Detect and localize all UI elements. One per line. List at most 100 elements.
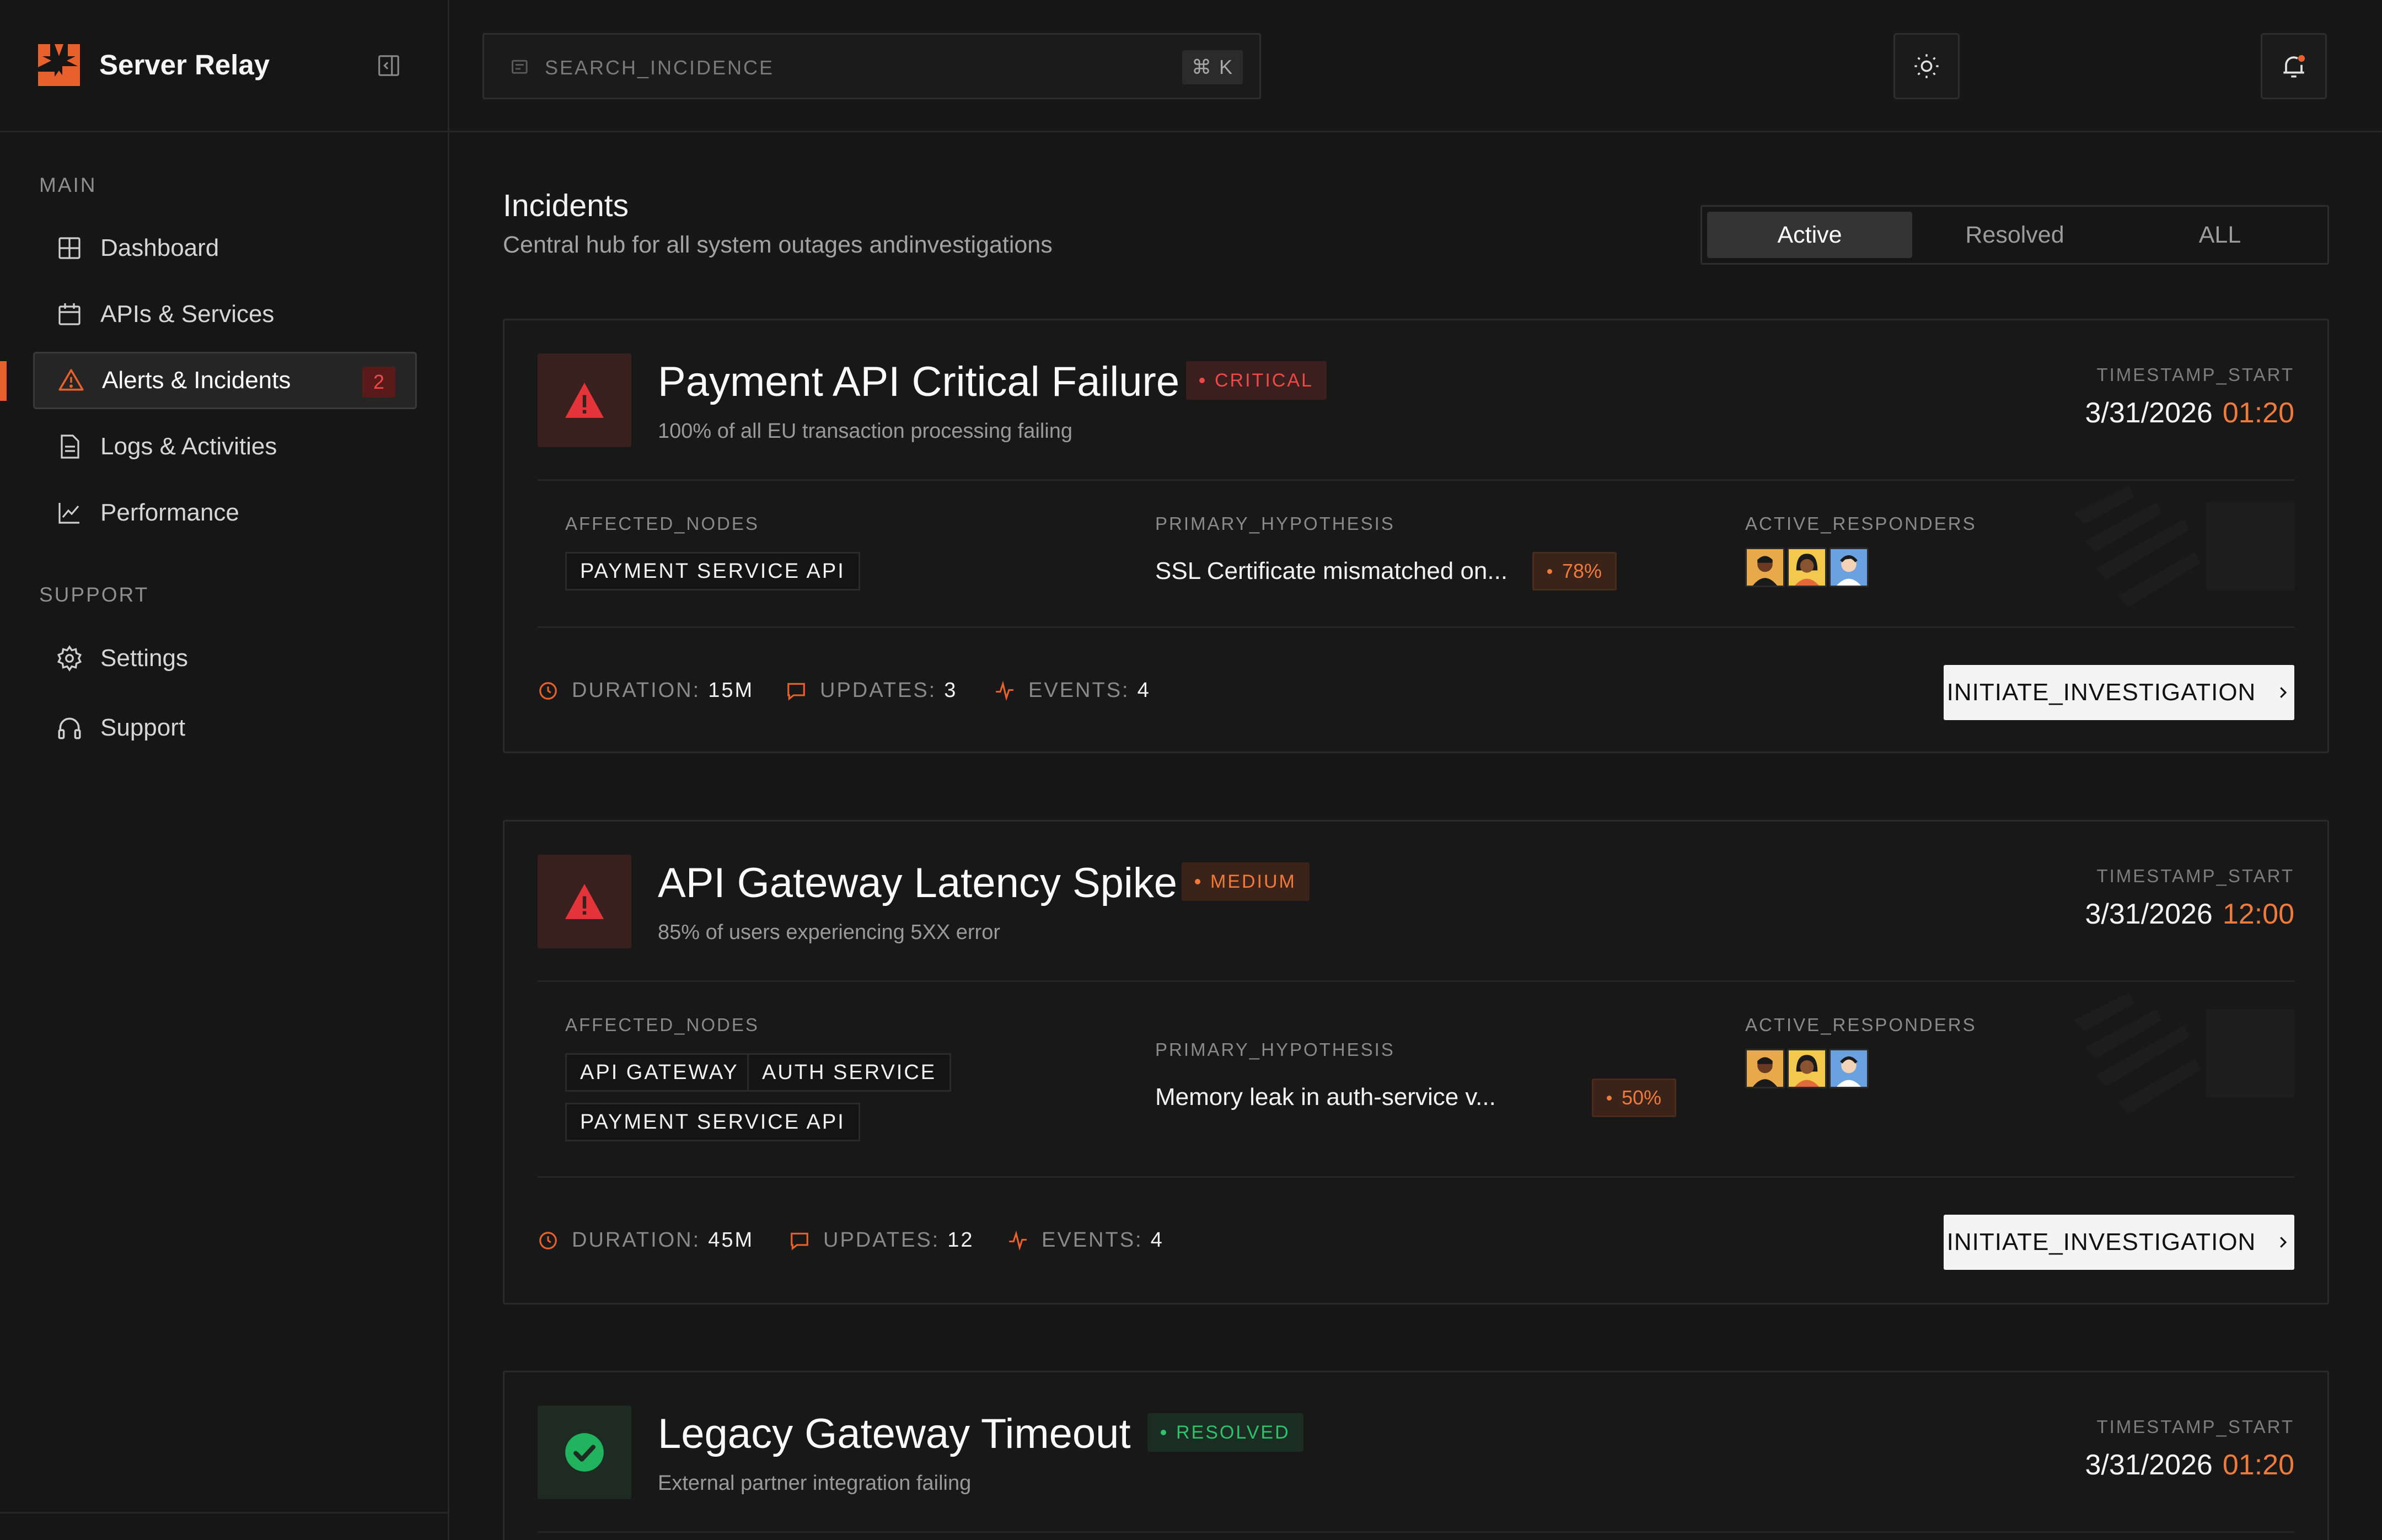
duration-value: 45M <box>708 1228 754 1252</box>
chevron-right-icon <box>2280 687 2287 698</box>
initiate-investigation-button[interactable]: INITIATE_INVESTIGATION <box>1944 1215 2294 1270</box>
incident-subtitle: 100% of all EU transaction processing fa… <box>658 420 1072 443</box>
hypothesis-label: PRIMARY_HYPOTHESIS <box>1155 1039 1395 1060</box>
sidebar-item-logs-activities[interactable]: Logs & Activities <box>33 418 417 475</box>
sidebar-item-label: Support <box>100 714 186 741</box>
severity-badge: CRITICAL <box>1186 361 1327 400</box>
document-icon <box>55 432 84 461</box>
alerts-count-badge: 2 <box>362 367 395 398</box>
incident-card: API Gateway Latency Spike MEDIUM 85% of … <box>503 820 2329 1305</box>
calendar-icon <box>55 300 84 329</box>
avatar[interactable] <box>1745 548 1785 587</box>
timestamp-time: 01:20 <box>2222 1449 2294 1481</box>
app-name: Server Relay <box>99 49 270 81</box>
cta-label: INITIATE_INVESTIGATION <box>1946 1228 2256 1255</box>
tab-all[interactable]: ALL <box>2117 212 2322 258</box>
affected-nodes-label: AFFECTED_NODES <box>565 513 759 534</box>
notifications-button[interactable] <box>2261 33 2327 99</box>
incident-title: Legacy Gateway Timeout <box>658 1410 1131 1457</box>
node-tag[interactable]: PAYMENT SERVICE API <box>565 552 860 591</box>
affected-nodes-label: AFFECTED_NODES <box>565 1015 759 1035</box>
node-tag[interactable]: PAYMENT SERVICE API <box>565 1103 860 1141</box>
updates-value: 12 <box>947 1228 974 1252</box>
timestamp-date: 3/31/2026 <box>2085 397 2213 429</box>
sidebar-item-label: Dashboard <box>100 234 219 261</box>
sidebar-item-label: APIs & Services <box>100 301 275 328</box>
duration-label: DURATION: <box>572 1228 701 1252</box>
timestamp-value: 3/31/2026 12:00 <box>2085 898 2294 931</box>
updates-label: UPDATES: <box>820 679 937 702</box>
confidence-badge: 50% <box>1592 1078 1677 1117</box>
severity-indicator <box>538 1405 631 1499</box>
hypothesis-text: SSL Certificate mismatched on... <box>1155 557 1508 584</box>
clock-icon <box>539 1231 557 1249</box>
timestamp-value: 3/31/2026 01:20 <box>2085 1448 2294 1482</box>
sidebar-collapse-icon[interactable] <box>376 53 401 78</box>
responder-avatars <box>1745 548 1871 587</box>
divider <box>538 479 2294 481</box>
active-indicator <box>0 361 7 401</box>
sidebar-item-alerts-incidents[interactable]: Alerts & Incidents 2 <box>33 352 417 409</box>
initiate-investigation-button[interactable]: INITIATE_INVESTIGATION <box>1944 665 2294 720</box>
alert-triangle-icon <box>565 383 604 418</box>
duration-value: 15M <box>708 679 754 702</box>
responders-label: ACTIVE_RESPONDERS <box>1745 1015 1977 1035</box>
confidence-value: 50% <box>1622 1086 1662 1109</box>
sidebar-item-apis-services[interactable]: APIs & Services <box>33 286 417 343</box>
watermark-graphic <box>2074 486 2294 607</box>
server-relay-logo <box>38 44 80 86</box>
events-label: EVENTS: <box>1042 1228 1143 1252</box>
avatar[interactable] <box>1829 548 1869 587</box>
brand-header: Server Relay <box>0 0 448 132</box>
tab-active[interactable]: Active <box>1707 212 1912 258</box>
divider <box>538 626 2294 628</box>
tab-resolved[interactable]: Resolved <box>1912 212 2117 258</box>
message-icon <box>787 683 805 701</box>
timestamp-date: 3/31/2026 <box>2085 1449 2213 1481</box>
timestamp-label: TIMESTAMP_START <box>2096 866 2294 886</box>
page-subtitle: Central hub for all system outages andin… <box>503 232 1053 258</box>
severity-indicator <box>538 855 631 948</box>
updates-stat: UPDATES: 3 <box>786 679 957 702</box>
divider <box>538 1176 2294 1178</box>
section-label-support: SUPPORT <box>39 583 149 606</box>
events-stat: EVENTS: 4 <box>1007 1228 1164 1252</box>
divider <box>538 1531 2294 1533</box>
sidebar-item-settings[interactable]: Settings <box>33 630 417 687</box>
avatar[interactable] <box>1829 1049 1869 1088</box>
section-label-main: MAIN <box>39 174 97 196</box>
node-tag[interactable]: API GATEWAY <box>565 1053 754 1092</box>
incident-card: Legacy Gateway Timeout RESOLVED External… <box>503 1371 2329 1540</box>
headphones-icon <box>55 713 84 742</box>
severity-badge-label: RESOLVED <box>1176 1421 1290 1443</box>
grid-icon <box>55 234 84 262</box>
timestamp-time: 01:20 <box>2222 397 2294 429</box>
updates-stat: UPDATES: 12 <box>789 1228 974 1252</box>
avatar[interactable] <box>1787 548 1827 587</box>
duration-stat: DURATION: 45M <box>538 1228 754 1252</box>
search-icon <box>512 60 528 74</box>
search-input[interactable] <box>545 51 1096 84</box>
cta-label: INITIATE_INVESTIGATION <box>1946 679 2256 706</box>
events-value: 4 <box>1137 679 1151 702</box>
gear-icon <box>55 644 84 673</box>
duration-stat: DURATION: 15M <box>538 679 754 702</box>
updates-label: UPDATES: <box>823 1228 940 1252</box>
avatar[interactable] <box>1745 1049 1785 1088</box>
updates-value: 3 <box>944 679 958 702</box>
search-box[interactable]: ⌘ K <box>482 33 1261 99</box>
sidebar-item-performance[interactable]: Performance <box>33 484 417 541</box>
alert-triangle-icon <box>565 884 604 919</box>
timestamp-value: 3/31/2026 01:20 <box>2085 396 2294 430</box>
avatar[interactable] <box>1787 1049 1827 1088</box>
message-icon <box>791 1232 808 1251</box>
hypothesis-label: PRIMARY_HYPOTHESIS <box>1155 513 1395 534</box>
top-bar: ⌘ K <box>449 0 2382 132</box>
sidebar-item-dashboard[interactable]: Dashboard <box>33 219 417 277</box>
timestamp-label: TIMESTAMP_START <box>2096 1416 2294 1437</box>
theme-toggle-button[interactable] <box>1893 33 1960 99</box>
responder-avatars <box>1745 1049 1871 1088</box>
node-tag[interactable]: AUTH SERVICE <box>747 1053 952 1092</box>
sidebar: Server Relay MAIN Dashboard APIs & Servi… <box>0 0 449 1540</box>
sidebar-item-support[interactable]: Support <box>33 699 417 756</box>
